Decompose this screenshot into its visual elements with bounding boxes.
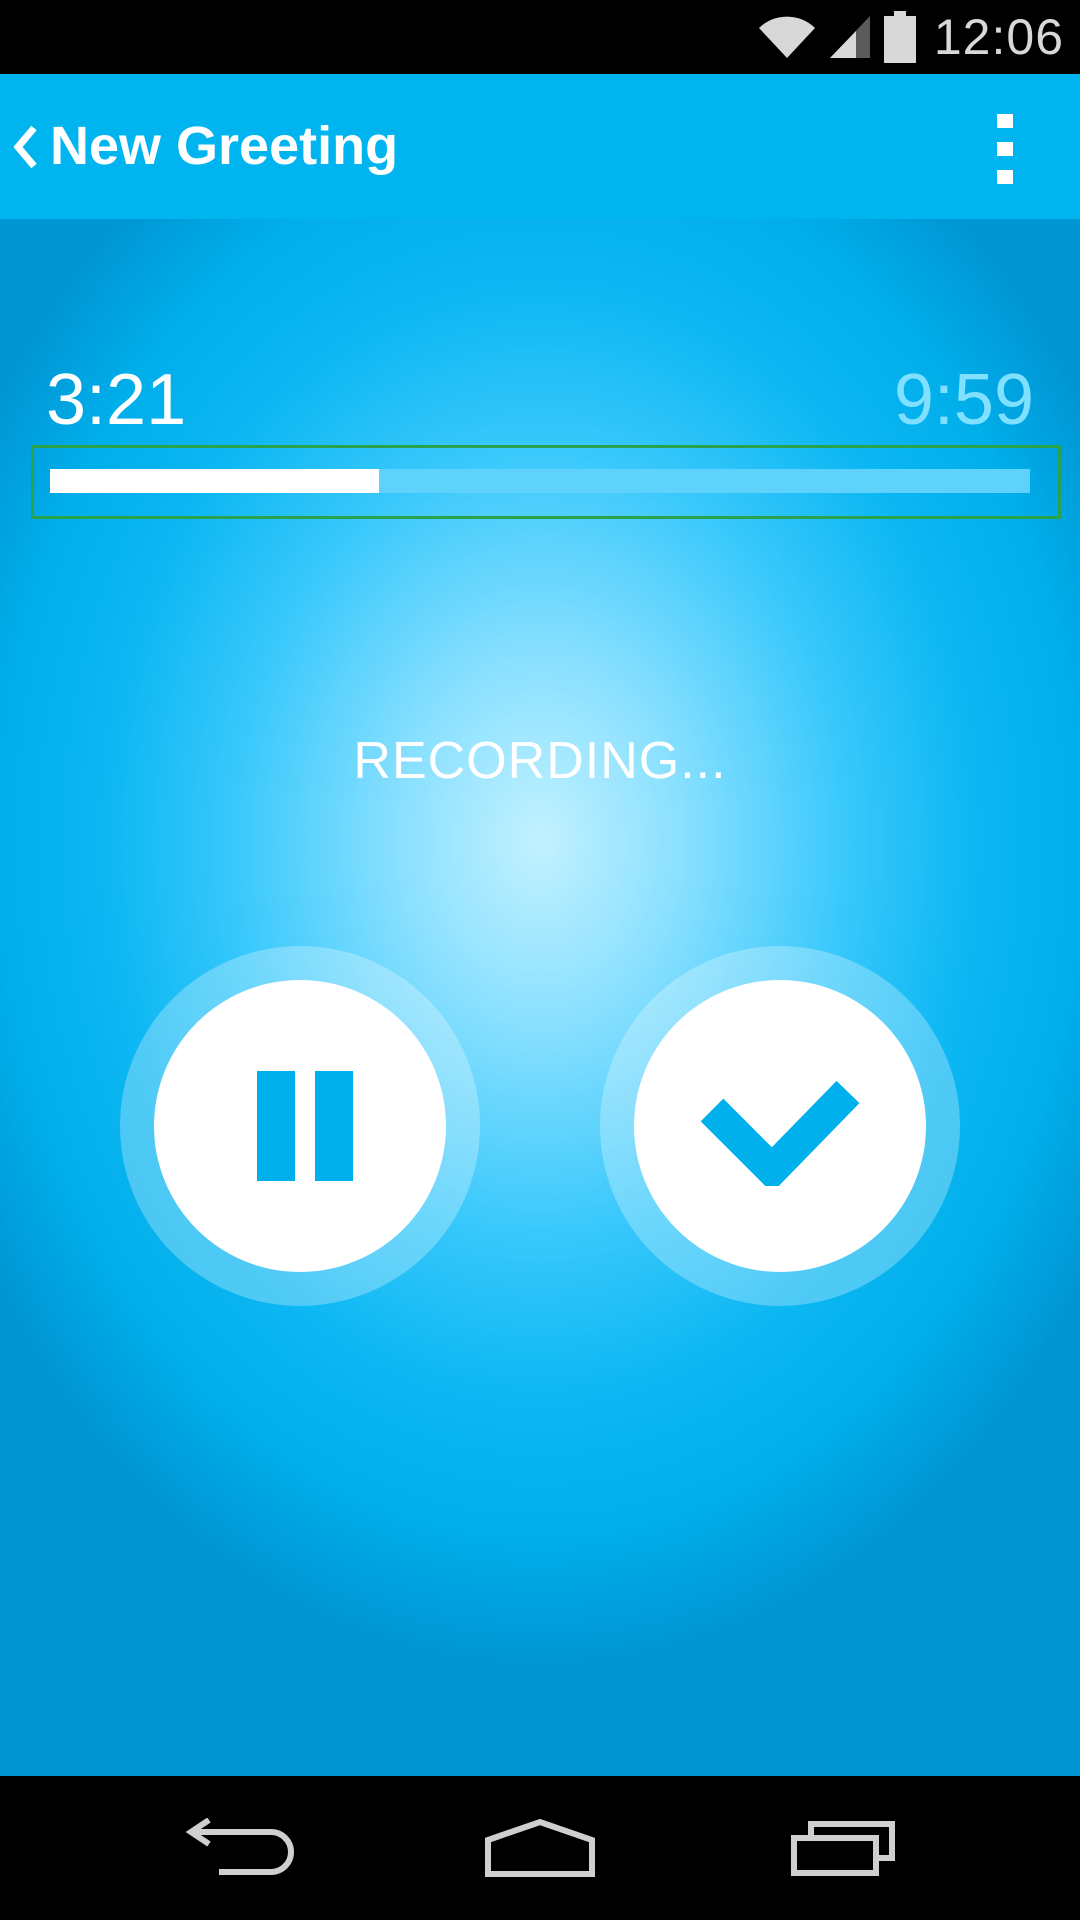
navigation-bar	[0, 1776, 1080, 1920]
pause-button-halo	[120, 946, 480, 1306]
page-title[interactable]: New Greeting	[50, 74, 398, 219]
pause-icon	[257, 1071, 353, 1181]
nav-home-button[interactable]	[460, 1776, 620, 1920]
done-button[interactable]	[634, 980, 926, 1272]
recents-icon	[791, 1821, 895, 1876]
done-button-halo	[600, 946, 960, 1306]
menu-dot	[997, 114, 1013, 128]
signal-icon	[828, 14, 872, 60]
recorder-panel: 3:21 9:59 RECORDING...	[0, 219, 1080, 1776]
nav-back-button[interactable]	[160, 1776, 320, 1920]
home-icon	[485, 1818, 595, 1877]
check-icon	[700, 1080, 860, 1186]
menu-dot	[997, 142, 1013, 156]
overflow-menu-icon[interactable]	[975, 114, 1035, 184]
wifi-icon	[758, 14, 816, 60]
battery-icon	[883, 11, 916, 63]
recording-progress-fill	[50, 469, 380, 493]
recording-status: RECORDING...	[353, 732, 727, 790]
back-icon	[185, 1818, 294, 1875]
chevron-left-icon[interactable]	[10, 120, 40, 174]
status-bar: 12:06	[0, 0, 1080, 74]
recording-progress-bar	[50, 469, 1030, 493]
action-bar: New Greeting	[0, 74, 1080, 219]
elapsed-time: 3:21	[46, 360, 187, 440]
screen: 12:06 New Greeting 3:21 9:59 RECORDING..…	[0, 0, 1080, 1920]
time-limit: 9:59	[893, 360, 1034, 440]
pause-button[interactable]	[154, 980, 446, 1272]
nav-recents-button[interactable]	[763, 1776, 923, 1920]
status-time: 12:06	[933, 9, 1064, 65]
status-icons: 12:06	[758, 0, 1064, 74]
menu-dot	[997, 170, 1013, 184]
